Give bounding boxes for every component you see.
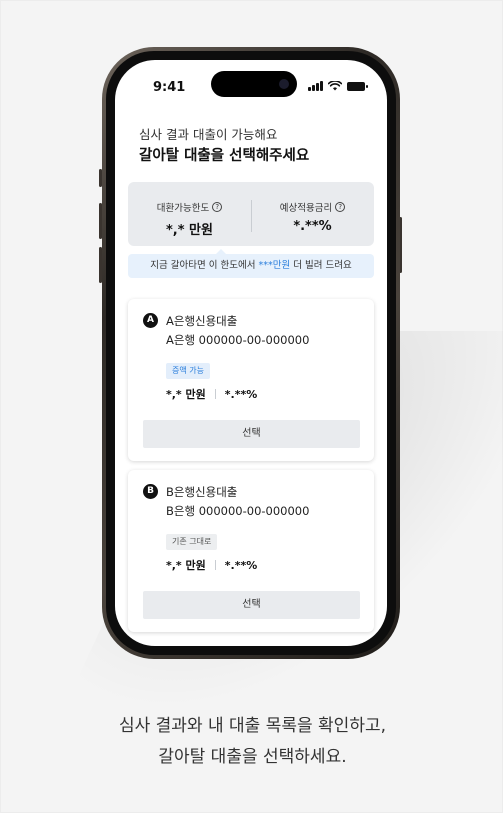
system-icons bbox=[308, 81, 368, 91]
cellular-signal-icon bbox=[308, 81, 323, 91]
phone-frame: 9:41 심사 결과 대출이 가능해요 갈아탈 대출을 선택해주세요 대환가능한… bbox=[102, 47, 400, 659]
bank-letter-badge: B bbox=[143, 484, 158, 499]
refinance-limit-label: 대환가능한도 ? bbox=[156, 200, 223, 214]
expected-rate-value: *.**% bbox=[293, 219, 332, 234]
promo-caption: 심사 결과와 내 대출 목록을 확인하고, 갈아탈 대출을 선택하세요. bbox=[1, 711, 503, 773]
loan-name: B은행신용대출 bbox=[166, 485, 238, 499]
select-button[interactable]: 선택 bbox=[143, 420, 360, 448]
account-number: B은행 000000-00-000000 bbox=[166, 504, 310, 518]
notice-prefix: 지금 갈아타면 이 한도에서 bbox=[150, 260, 259, 271]
caption-line-1: 심사 결과와 내 대출 목록을 확인하고, bbox=[118, 716, 387, 736]
figure-divider bbox=[214, 389, 216, 399]
dynamic-island bbox=[211, 71, 297, 97]
loan-rate: *.**% bbox=[224, 387, 258, 401]
bank-letter-badge: A bbox=[143, 313, 158, 328]
notice-highlight: ***만원 bbox=[258, 260, 291, 271]
loan-amount: *,* 만원 bbox=[166, 559, 206, 572]
wifi-icon bbox=[328, 81, 342, 91]
page-title: 갈아탈 대출을 선택해주세요 bbox=[139, 148, 310, 164]
battery-icon bbox=[347, 81, 368, 91]
expected-rate-label: 예상적용금리 ? bbox=[279, 200, 346, 214]
loan-tag: 증액 가능 bbox=[166, 363, 210, 379]
promo-canvas: 9:41 심사 결과 대출이 가능해요 갈아탈 대출을 선택해주세요 대환가능한… bbox=[0, 0, 503, 813]
loan-card[interactable]: B B은행신용대출 B은행 000000-00-000000 기존 그대로 *,… bbox=[128, 470, 374, 632]
camera-icon bbox=[279, 79, 289, 89]
loan-name: A은행신용대출 bbox=[166, 314, 238, 328]
loan-tag: 기존 그대로 bbox=[166, 534, 218, 550]
expected-rate-label-text: 예상적용금리 bbox=[279, 203, 333, 214]
expected-rate: 예상적용금리 ? *.**% bbox=[251, 196, 374, 234]
info-icon[interactable]: ? bbox=[335, 202, 346, 212]
notice-suffix: 더 빌려 드려요 bbox=[290, 260, 352, 271]
loan-card[interactable]: A A은행신용대출 A은행 000000-00-000000 증액 가능 *,*… bbox=[128, 299, 374, 461]
loan-rate: *.**% bbox=[224, 558, 258, 572]
loan-amount: *,* 만원 bbox=[166, 388, 206, 401]
phone-screen: 9:41 심사 결과 대출이 가능해요 갈아탈 대출을 선택해주세요 대환가능한… bbox=[115, 60, 387, 646]
status-bar: 9:41 bbox=[115, 60, 387, 104]
refinance-limit-label-text: 대환가능한도 bbox=[156, 203, 210, 214]
result-subtitle: 심사 결과 대출이 가능해요 bbox=[139, 127, 278, 142]
loan-figures: *,* 만원 *.**% bbox=[166, 386, 257, 402]
select-button[interactable]: 선택 bbox=[143, 591, 360, 619]
extra-limit-notice: 지금 갈아타면 이 한도에서 ***만원 더 빌려 드려요 bbox=[128, 249, 374, 278]
status-time: 9:41 bbox=[153, 80, 186, 95]
figure-divider bbox=[214, 560, 216, 570]
loan-figures: *,* 만원 *.**% bbox=[166, 557, 257, 573]
account-number: A은행 000000-00-000000 bbox=[166, 333, 310, 347]
phone-bezel: 9:41 심사 결과 대출이 가능해요 갈아탈 대출을 선택해주세요 대환가능한… bbox=[106, 51, 396, 655]
limit-summary-box: 대환가능한도 ? *,* 만원 예상적용금리 ? *.**% bbox=[128, 182, 374, 246]
caption-line-2: 갈아탈 대출을 선택하세요. bbox=[158, 747, 347, 767]
refinance-limit: 대환가능한도 ? *,* 만원 bbox=[128, 196, 251, 238]
info-icon[interactable]: ? bbox=[212, 202, 223, 212]
refinance-limit-value: *,* 만원 bbox=[166, 223, 213, 238]
